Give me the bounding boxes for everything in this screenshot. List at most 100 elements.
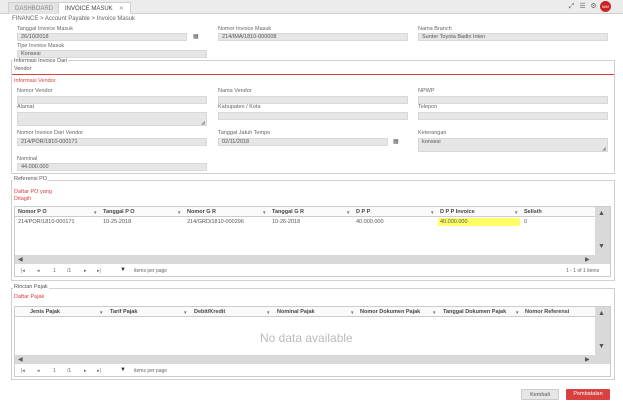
pager-next-icon[interactable]: ▸ <box>84 268 87 274</box>
po-col-nomor-po[interactable]: Nomor P O <box>18 209 47 215</box>
calendar-icon[interactable]: ▦ <box>193 33 199 40</box>
scroll-right-icon[interactable]: ▶ <box>585 356 590 363</box>
jatuh-tempo-field[interactable]: 02/11/2018 <box>218 138 388 146</box>
nama-vendor-field[interactable] <box>218 96 408 104</box>
kabupaten-field[interactable] <box>218 112 408 120</box>
page-size-dropdown-icon[interactable]: ▼ <box>120 367 126 373</box>
nomor-invoice-vendor-field[interactable]: 214/POR/1810-000171 <box>17 138 207 146</box>
po-col-selisih[interactable]: Selisih <box>524 209 542 215</box>
filter-icon[interactable]: ▼ <box>350 310 354 315</box>
pager-first-icon[interactable]: |◂ <box>21 368 25 374</box>
nominal-field[interactable]: 44.000.000 <box>17 163 207 171</box>
keterangan-field[interactable]: konsesi <box>418 138 608 152</box>
po-col-tanggal-gr[interactable]: Tanggal G R <box>272 209 304 215</box>
filter-icon[interactable]: ▼ <box>262 210 266 215</box>
kabupaten-label: Kabupaten / Kota <box>218 104 261 110</box>
pembatalan-button[interactable]: Pembatalan <box>566 389 610 400</box>
alamat-field[interactable] <box>17 112 207 126</box>
nama-vendor-label: Nama Vendor <box>218 88 252 94</box>
pager-last-icon[interactable]: ▸| <box>97 368 101 374</box>
tanggal-invoice-field[interactable]: 26/10/2018 <box>17 33 187 41</box>
kembali-button[interactable]: Kembali <box>521 389 559 400</box>
pager-prev-icon[interactable]: ◂ <box>37 268 40 274</box>
jatuh-tempo-label: Tanggal Jatuh Tempo <box>218 130 271 136</box>
nomor-vendor-field[interactable] <box>17 96 207 104</box>
expand-icon[interactable]: ⤢ <box>567 2 576 11</box>
list-icon[interactable]: ☰ <box>578 2 587 11</box>
npwp-field[interactable] <box>418 96 608 104</box>
calendar-icon[interactable]: ▦ <box>393 138 399 145</box>
daftar-po-title-line1: Daftar PO yang <box>14 189 52 195</box>
nama-branch-field[interactable]: Sunter Toyota Badin Inten <box>418 33 608 41</box>
nominal-label: Nominal <box>17 156 38 162</box>
pager-total: /1 <box>67 368 72 374</box>
tab-close-icon[interactable]: ✕ <box>119 6 124 12</box>
tab-invoice-masuk-label: INVOICE MASUK <box>65 6 113 12</box>
scroll-left-icon[interactable]: ◀ <box>18 356 23 363</box>
po-col-dpp-invoice[interactable]: D P P Invoice <box>440 209 475 215</box>
filter-icon[interactable]: ▼ <box>183 310 187 315</box>
pager-next-icon[interactable]: ▸ <box>84 368 87 374</box>
nama-branch-label: Nama Branch <box>418 26 452 32</box>
pajak-col-debit-kredit[interactable]: Debit/Kredit <box>194 309 225 315</box>
tipe-invoice-field[interactable]: Konsesi <box>17 50 207 58</box>
scroll-down-icon[interactable]: ▼ <box>598 243 605 250</box>
tab-dashboard[interactable]: DASHBOARD <box>8 2 61 14</box>
po-cell-tanggal-po: 10-25-2018 <box>103 219 132 225</box>
pager-range: 1 - 1 of 1 items <box>566 268 600 274</box>
telepon-field[interactable] <box>418 112 608 120</box>
tipe-invoice-label: Tipe Invoice Masuk <box>17 43 65 49</box>
filter-icon[interactable]: ▼ <box>93 210 97 215</box>
po-cell-dpp: 40.000.000 <box>356 219 384 225</box>
pajak-col-nominal[interactable]: Nominal Pajak <box>277 309 315 315</box>
filter-icon[interactable]: ▼ <box>346 210 350 215</box>
po-horizontal-scrollbar[interactable] <box>15 255 595 264</box>
telepon-label: Telepon <box>418 104 438 110</box>
scroll-right-icon[interactable]: ▶ <box>585 256 590 263</box>
scroll-up-icon[interactable]: ▲ <box>598 210 605 217</box>
pajak-col-jenis[interactable]: Jenis Pajak <box>30 309 60 315</box>
pajak-col-nomor-referensi[interactable]: Nomor Referensi <box>525 309 569 315</box>
filter-icon[interactable]: ▼ <box>177 210 181 215</box>
resize-handle-icon[interactable]: ◢ <box>602 146 606 152</box>
pager-last-icon[interactable]: ▸| <box>97 268 101 274</box>
scroll-left-icon[interactable]: ◀ <box>18 256 23 263</box>
avatar[interactable]: MM <box>600 1 611 12</box>
nomor-invoice-field[interactable]: 214/IMA/1810-000008 <box>218 33 408 41</box>
pager-first-icon[interactable]: |◂ <box>21 268 25 274</box>
pager-prev-icon[interactable]: ◂ <box>37 368 40 374</box>
pajak-col-tanggal-dokumen[interactable]: Tanggal Dokumen Pajak <box>443 309 506 315</box>
po-cell-dpp-invoice[interactable]: 40.000.000 <box>440 219 468 225</box>
tab-invoice-masuk[interactable]: INVOICE MASUK ✕ <box>58 2 131 14</box>
vendor-divider <box>12 74 614 75</box>
bell-icon[interactable]: ⚙ <box>589 2 598 11</box>
referensi-po-title: Referensi PO <box>13 176 49 182</box>
no-data-message: No data available <box>260 331 353 345</box>
pajak-col-nomor-dokumen[interactable]: Nomor Dokumen Pajak <box>360 309 420 315</box>
po-col-nomor-gr[interactable]: Nomor G R <box>187 209 216 215</box>
keterangan-label: Keterangan <box>418 130 447 136</box>
po-col-tanggal-po[interactable]: Tanggal P O <box>103 209 135 215</box>
items-per-page-label: items per page <box>134 268 168 274</box>
daftar-pajak-title: Daftar Pajak <box>14 294 45 300</box>
filter-icon[interactable]: ▼ <box>515 310 519 315</box>
nomor-invoice-label: Nomor Invoice Masuk <box>218 26 272 32</box>
pajak-horizontal-scrollbar[interactable] <box>15 355 595 364</box>
scroll-up-icon[interactable]: ▲ <box>598 310 605 317</box>
pager-total: /1 <box>67 268 72 274</box>
resize-handle-icon[interactable]: ◢ <box>201 120 205 126</box>
filter-icon[interactable]: ▼ <box>432 310 436 315</box>
po-col-dpp[interactable]: D P P <box>356 209 370 215</box>
filter-icon[interactable]: ▼ <box>99 310 103 315</box>
filter-icon[interactable]: ▼ <box>266 310 270 315</box>
pager-page-input[interactable]: 1 <box>53 268 56 274</box>
scroll-down-icon[interactable]: ▼ <box>598 343 605 350</box>
po-cell-nomor-po: 214/POR/1810-000171 <box>18 219 75 225</box>
page-size-dropdown-icon[interactable]: ▼ <box>120 267 126 273</box>
po-grid-header <box>15 207 595 217</box>
items-per-page-label: items per page <box>134 368 168 374</box>
pager-page-input[interactable]: 1 <box>53 368 56 374</box>
filter-icon[interactable]: ▼ <box>430 210 434 215</box>
filter-icon[interactable]: ▼ <box>514 210 518 215</box>
pajak-col-tarif[interactable]: Tarif Pajak <box>110 309 137 315</box>
